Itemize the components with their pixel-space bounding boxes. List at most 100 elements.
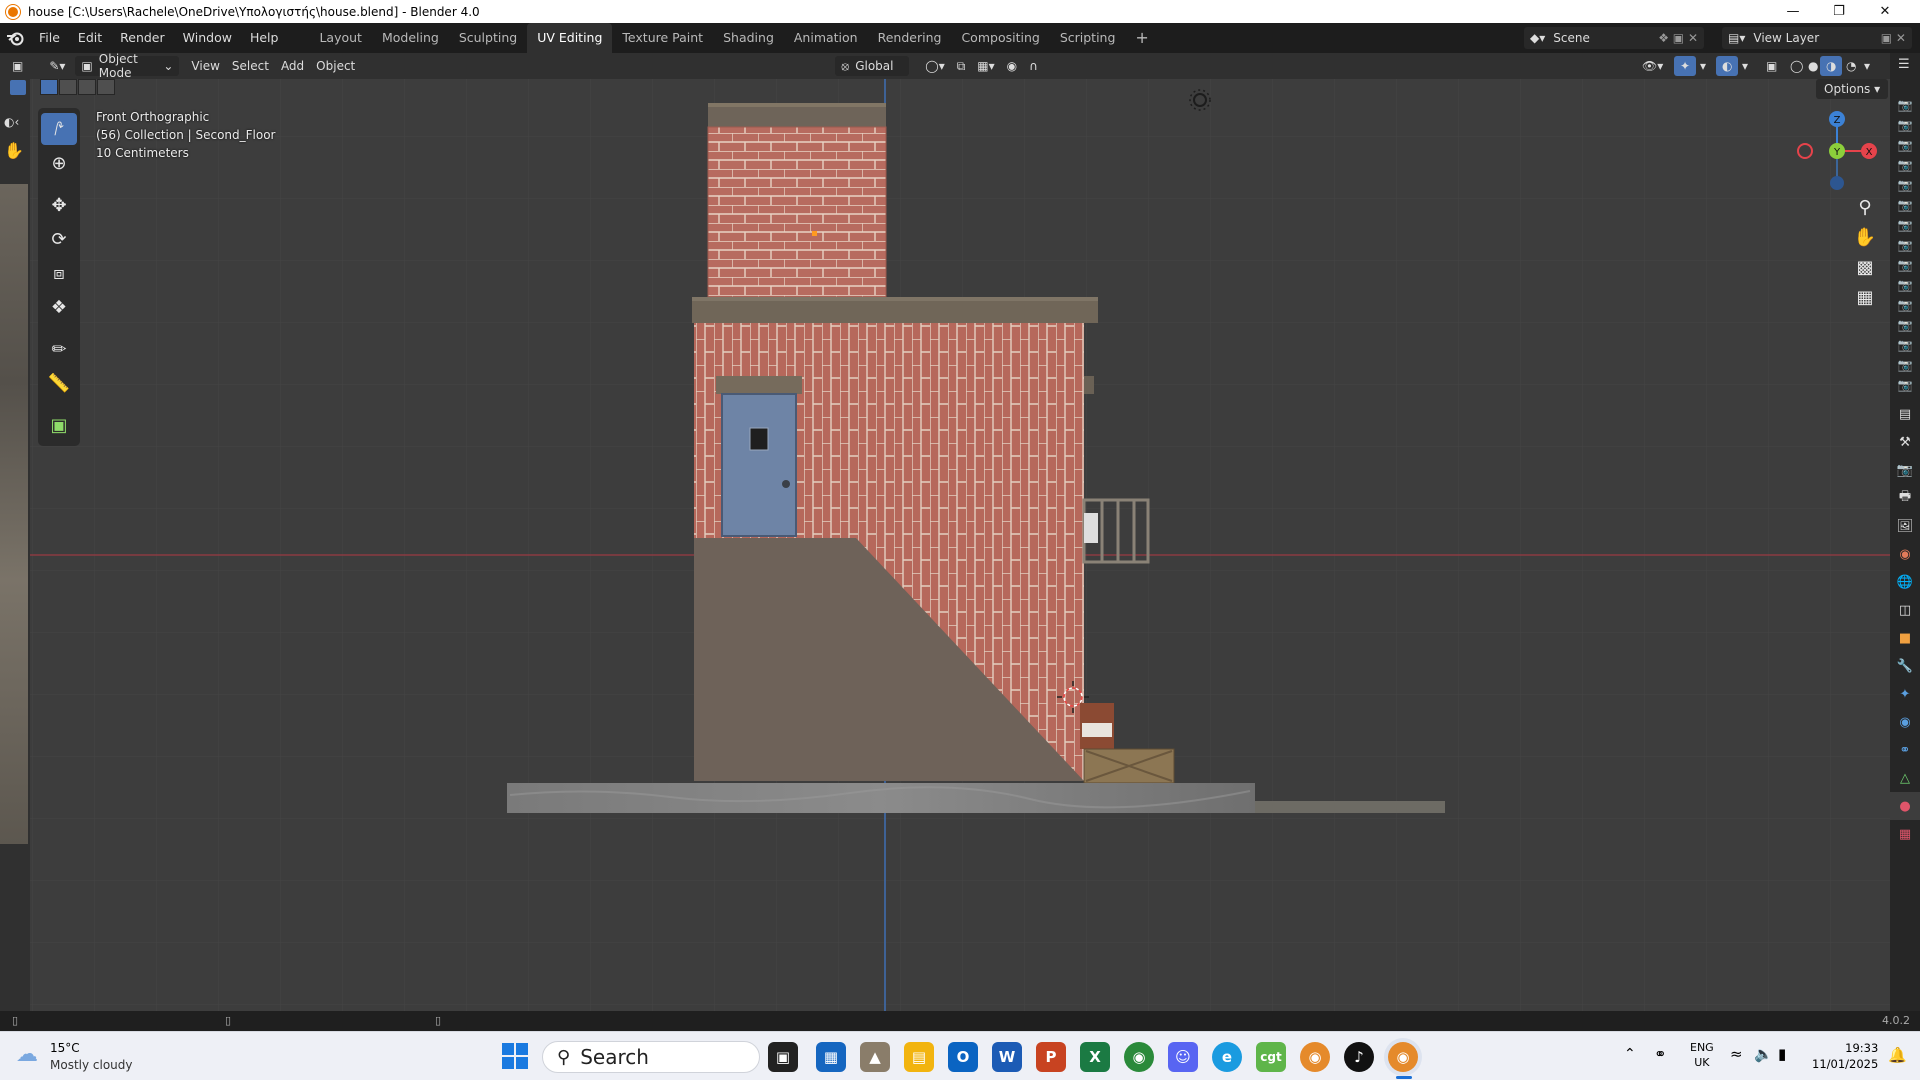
view-menu[interactable]: View <box>185 56 225 76</box>
editor-type-icon[interactable]: ▣ <box>6 56 29 76</box>
tab-layout[interactable]: Layout <box>309 23 372 53</box>
annotate-tool-icon[interactable]: ✏ <box>41 333 77 365</box>
menu-help[interactable]: Help <box>241 23 288 53</box>
menu-edit[interactable]: Edit <box>69 23 111 53</box>
scene-selector[interactable]: ◆▾ Scene ❖ ▣ ✕ <box>1524 27 1704 49</box>
menu-window[interactable]: Window <box>174 23 241 53</box>
tiktok-icon[interactable]: ♪ <box>1344 1042 1374 1072</box>
network-globe-icon[interactable]: ⚭ <box>1654 1045 1667 1063</box>
output-properties-icon[interactable]: 🖶 <box>1890 484 1920 512</box>
camera-visibility-icon[interactable]: 📷 <box>1890 115 1920 135</box>
scene-pin-icon[interactable]: ❖ ▣ ✕ <box>1658 31 1698 45</box>
camera-view-icon[interactable]: ▩ <box>1848 252 1882 282</box>
material-properties-icon[interactable]: ● <box>1890 792 1920 820</box>
add-cube-tool-icon[interactable]: ▣ <box>41 409 77 441</box>
camera-visibility-icon[interactable]: 📷 <box>1890 255 1920 275</box>
collection-properties-icon[interactable]: ◫ <box>1890 596 1920 624</box>
blender-taskbar-icon[interactable]: ◉ <box>1300 1042 1330 1072</box>
view-layer-selector[interactable]: ▤▾ View Layer ▣ ✕ <box>1722 27 1912 49</box>
pivot-point-icon[interactable]: ◯▾ <box>919 56 950 76</box>
clock[interactable]: 19:33 11/01/2025 <box>1812 1040 1878 1072</box>
select-new-icon[interactable] <box>40 79 58 95</box>
camera-visibility-icon[interactable]: 📷 <box>1890 155 1920 175</box>
overlays-dropdown-icon[interactable]: ▾ <box>1736 56 1754 76</box>
menu-render[interactable]: Render <box>111 23 174 53</box>
camera-visibility-icon[interactable]: 📷 <box>1890 315 1920 335</box>
camera-visibility-icon[interactable]: 📷 <box>1890 135 1920 155</box>
blender-menu-icon[interactable] <box>0 30 30 46</box>
camera-visibility-icon[interactable]: 📷 <box>1890 335 1920 355</box>
gizmo-dropdown-icon[interactable]: ▾ <box>1694 56 1712 76</box>
physics-properties-icon[interactable]: ◉ <box>1890 708 1920 736</box>
view-layer-actions-icon[interactable]: ▣ ✕ <box>1881 31 1906 45</box>
file-explorer-icon[interactable]: ▤ <box>904 1042 934 1072</box>
pan-hand-icon[interactable]: ✋ <box>1848 222 1882 252</box>
move-tool-icon[interactable]: ✥ <box>41 189 77 221</box>
camera-visibility-icon[interactable]: 📷 <box>1890 175 1920 195</box>
camera-visibility-icon[interactable]: 📷 <box>1890 235 1920 255</box>
tab-compositing[interactable]: Compositing <box>951 23 1049 53</box>
camera-visibility-icon[interactable]: 📷 <box>1890 215 1920 235</box>
modifier-properties-icon[interactable]: 🔧 <box>1890 652 1920 680</box>
camera-visibility-icon[interactable]: 📷 <box>1890 95 1920 115</box>
notifications-bell-icon[interactable]: 🔔 <box>1888 1046 1907 1064</box>
data-properties-icon[interactable]: △ <box>1890 764 1920 792</box>
add-menu[interactable]: Add <box>275 56 310 76</box>
weather-desc[interactable]: Mostly cloudy <box>50 1058 133 1072</box>
restore-button[interactable]: ❐ <box>1816 0 1862 23</box>
properties-editor-icon[interactable]: ▤ <box>1890 400 1920 428</box>
close-button[interactable]: ✕ <box>1862 0 1908 23</box>
outliner-toggle-icon[interactable]: ◐‹ <box>4 115 19 129</box>
select-box-mode-icon[interactable] <box>10 80 26 95</box>
battery-icon[interactable]: ▮ <box>1778 1045 1786 1063</box>
outlook-icon[interactable]: O <box>948 1042 978 1072</box>
tab-sculpting[interactable]: Sculpting <box>449 23 527 53</box>
tab-texture-paint[interactable]: Texture Paint <box>612 23 713 53</box>
view-layer-name[interactable]: View Layer <box>1753 31 1819 45</box>
options-dropdown[interactable]: Options ▾ <box>1816 79 1889 99</box>
rotate-tool-icon[interactable]: ⟳ <box>41 223 77 255</box>
taskbar-search[interactable]: ⚲ Search <box>542 1041 760 1073</box>
tab-animation[interactable]: Animation <box>784 23 868 53</box>
gizmo-toggle-icon[interactable]: ✦ <box>1674 56 1697 76</box>
show-hidden-icons-icon[interactable]: ⌃ <box>1624 1046 1636 1062</box>
transform-orientation-dropdown[interactable]: ⦻ Global <box>835 56 910 76</box>
select-menu[interactable]: Select <box>226 56 275 76</box>
word-icon[interactable]: W <box>992 1042 1022 1072</box>
view-options-icon[interactable]: ✎▾ <box>43 56 71 76</box>
render-properties-icon[interactable]: 📷 <box>1890 456 1920 484</box>
tab-shading[interactable]: Shading <box>713 23 784 53</box>
camera-visibility-icon[interactable]: 📷 <box>1890 355 1920 375</box>
camera-visibility-icon[interactable]: 📷 <box>1890 195 1920 215</box>
excel-icon[interactable]: X <box>1080 1042 1110 1072</box>
language-indicator[interactable]: ENG UK <box>1690 1040 1714 1070</box>
camera-visibility-icon[interactable]: 📷 <box>1890 275 1920 295</box>
chrome-icon[interactable]: ◉ <box>1124 1042 1154 1072</box>
powerpoint-icon[interactable]: P <box>1036 1042 1066 1072</box>
tab-uv-editing[interactable]: UV Editing <box>527 23 613 53</box>
texture-properties-icon[interactable]: ▦ <box>1890 820 1920 848</box>
world-properties-icon[interactable]: 🌐 <box>1890 568 1920 596</box>
measure-tool-icon[interactable]: 📏 <box>41 367 77 399</box>
blender-active-taskbar-icon[interactable]: ◉ <box>1388 1042 1418 1072</box>
constraints-properties-icon[interactable]: ⚭ <box>1890 736 1920 764</box>
cursor-tool-icon[interactable]: ⊕ <box>41 147 77 179</box>
volume-icon[interactable]: 🔈 <box>1754 1045 1773 1063</box>
view-layer-properties-icon[interactable]: 🖼 <box>1890 512 1920 540</box>
weather-temp[interactable]: 15°C <box>50 1041 80 1055</box>
photos-app-icon[interactable]: ▲ <box>860 1042 890 1072</box>
proportional-edit-icon[interactable]: ◉ <box>1001 56 1023 76</box>
snap-icon[interactable]: ⧉ <box>951 56 972 76</box>
3d-viewport[interactable]: Z X Y <box>30 79 1890 1011</box>
camera-visibility-icon[interactable]: 📷 <box>1890 295 1920 315</box>
edge-icon[interactable]: e <box>1212 1042 1242 1072</box>
tool-properties-icon[interactable]: ⚒ <box>1890 428 1920 456</box>
shading-dropdown-icon[interactable]: ▾ <box>1858 56 1876 76</box>
scene-properties-icon[interactable]: ◉ <box>1890 540 1920 568</box>
particles-properties-icon[interactable]: ✦ <box>1890 680 1920 708</box>
scene-name[interactable]: Scene <box>1553 31 1590 45</box>
select-extend-icon[interactable] <box>59 79 77 95</box>
weather-cloud-icon[interactable]: ☁ <box>16 1042 38 1067</box>
discord-icon[interactable]: ☺ <box>1168 1042 1198 1072</box>
transform-tool-icon[interactable]: ❖ <box>41 291 77 323</box>
